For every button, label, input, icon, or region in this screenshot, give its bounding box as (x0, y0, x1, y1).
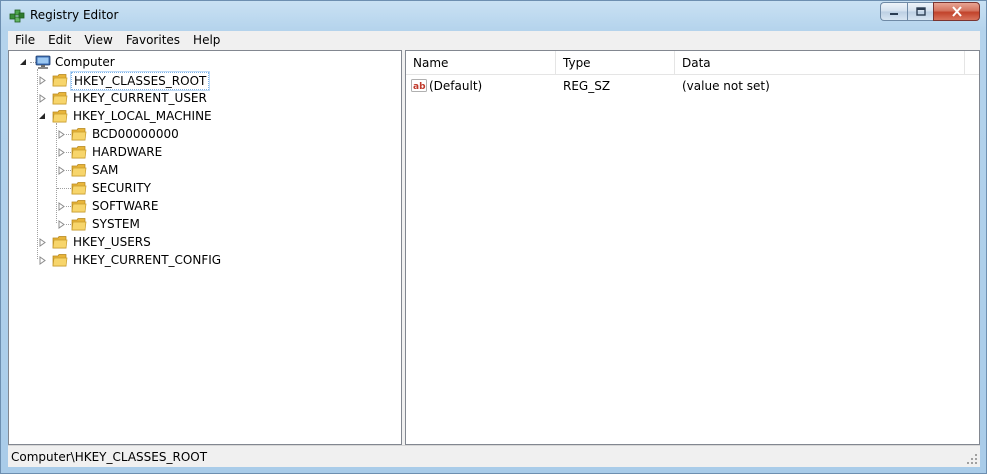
column-header-name[interactable]: Name (406, 51, 556, 75)
folder-icon (71, 128, 87, 141)
caption-buttons (880, 2, 980, 22)
collapsed-arrow-icon[interactable] (57, 202, 66, 211)
folder-icon (71, 218, 87, 231)
tree-label-hkey-local-machine: HKEY_LOCAL_MACHINE (73, 109, 212, 123)
tree-label-hardware: HARDWARE (92, 145, 163, 159)
title-bar[interactable]: Registry Editor (1, 1, 986, 31)
tree-label-hkey-users: HKEY_USERS (73, 235, 151, 249)
menu-file[interactable]: File (8, 31, 41, 50)
tree-item-hkey-local-machine[interactable]: HKEY_LOCAL_MACHINE (9, 107, 399, 125)
tree-label-bcd00000000: BCD00000000 (92, 127, 179, 141)
close-icon (951, 6, 962, 17)
tree-item-security[interactable]: SECURITY (9, 179, 399, 197)
tree-connector (57, 188, 71, 189)
tree-item-hkey-classes-root[interactable]: HKEY_CLASSES_ROOT (9, 71, 399, 91)
tree-label-security: SECURITY (92, 181, 151, 195)
collapsed-arrow-icon[interactable] (38, 256, 47, 265)
tree-label-hkey-current-user: HKEY_CURRENT_USER (73, 91, 207, 105)
values-list[interactable]: Name Type Data ab (Default) REG_SZ (valu… (405, 50, 980, 445)
menu-edit[interactable]: Edit (41, 31, 77, 50)
tree-item-bcd00000000[interactable]: BCD00000000 (9, 125, 399, 143)
tree-label-computer: Computer (55, 55, 115, 69)
tree-item-hkey-users[interactable]: HKEY_USERS (9, 233, 399, 251)
collapsed-arrow-icon[interactable] (57, 130, 66, 139)
tree-item-hkey-current-config[interactable]: HKEY_CURRENT_CONFIG (9, 251, 399, 269)
expanded-arrow-icon[interactable] (19, 58, 28, 67)
svg-text:ab: ab (413, 82, 426, 92)
expanded-arrow-icon[interactable] (38, 112, 47, 121)
list-header: Name Type Data (406, 51, 979, 75)
column-header-type[interactable]: Type (556, 51, 675, 75)
status-bar: Computer\HKEY_CLASSES_ROOT (8, 445, 980, 467)
folder-icon (71, 164, 87, 177)
tree-label-hkey-current-config: HKEY_CURRENT_CONFIG (73, 253, 222, 267)
client-area: Computer HKEY_CLASSES_ROOT HKEY_CURRENT_… (8, 50, 980, 445)
tree-item-computer[interactable]: Computer (9, 53, 399, 71)
tree-label-hkey-classes-root: HKEY_CLASSES_ROOT (69, 71, 211, 91)
tree-item-hkey-current-user[interactable]: HKEY_CURRENT_USER (9, 89, 399, 107)
resize-grip-icon[interactable] (966, 453, 978, 465)
folder-icon (52, 74, 68, 87)
regedit-icon (9, 9, 25, 23)
collapsed-arrow-icon[interactable] (57, 220, 66, 229)
collapsed-arrow-icon[interactable] (38, 238, 47, 247)
value-name: (Default) (429, 79, 483, 93)
computer-icon (35, 55, 51, 69)
collapsed-arrow-icon[interactable] (38, 94, 47, 103)
tree-label-system: SYSTEM (92, 217, 140, 231)
string-value-icon: ab (411, 79, 427, 92)
collapsed-arrow-icon[interactable] (38, 76, 47, 85)
minimize-icon (890, 12, 898, 15)
collapsed-arrow-icon[interactable] (57, 148, 66, 157)
menu-favorites[interactable]: Favorites (119, 31, 186, 50)
list-item[interactable]: ab (Default) REG_SZ (value not set) (406, 77, 979, 95)
folder-icon (52, 254, 68, 267)
folder-icon (52, 236, 68, 249)
folder-icon (52, 92, 68, 105)
folder-open-icon (52, 110, 68, 123)
maximize-button[interactable] (907, 2, 933, 21)
collapsed-arrow-icon[interactable] (57, 166, 66, 175)
registry-editor-window: Registry Editor File Edit View Favorites… (0, 0, 987, 474)
tree-label-software: SOFTWARE (92, 199, 159, 213)
folder-icon (71, 146, 87, 159)
tree-label-sam: SAM (92, 163, 119, 177)
tree-item-system[interactable]: SYSTEM (9, 215, 399, 233)
folder-icon (71, 200, 87, 213)
minimize-button[interactable] (880, 2, 907, 21)
tree-item-sam[interactable]: SAM (9, 161, 399, 179)
menu-bar: File Edit View Favorites Help (8, 31, 980, 50)
close-button[interactable] (933, 2, 980, 21)
menu-view[interactable]: View (77, 31, 118, 50)
window-title: Registry Editor (30, 8, 119, 22)
menu-help[interactable]: Help (186, 31, 226, 50)
status-path: Computer\HKEY_CLASSES_ROOT (11, 450, 208, 464)
tree-item-software[interactable]: SOFTWARE (9, 197, 399, 215)
folder-icon (71, 182, 87, 195)
column-header-data[interactable]: Data (675, 51, 965, 75)
value-type: REG_SZ (563, 79, 611, 93)
tree-item-hardware[interactable]: HARDWARE (9, 143, 399, 161)
maximize-icon (915, 6, 926, 16)
value-data: (value not set) (682, 79, 770, 93)
key-tree[interactable]: Computer HKEY_CLASSES_ROOT HKEY_CURRENT_… (8, 50, 402, 445)
